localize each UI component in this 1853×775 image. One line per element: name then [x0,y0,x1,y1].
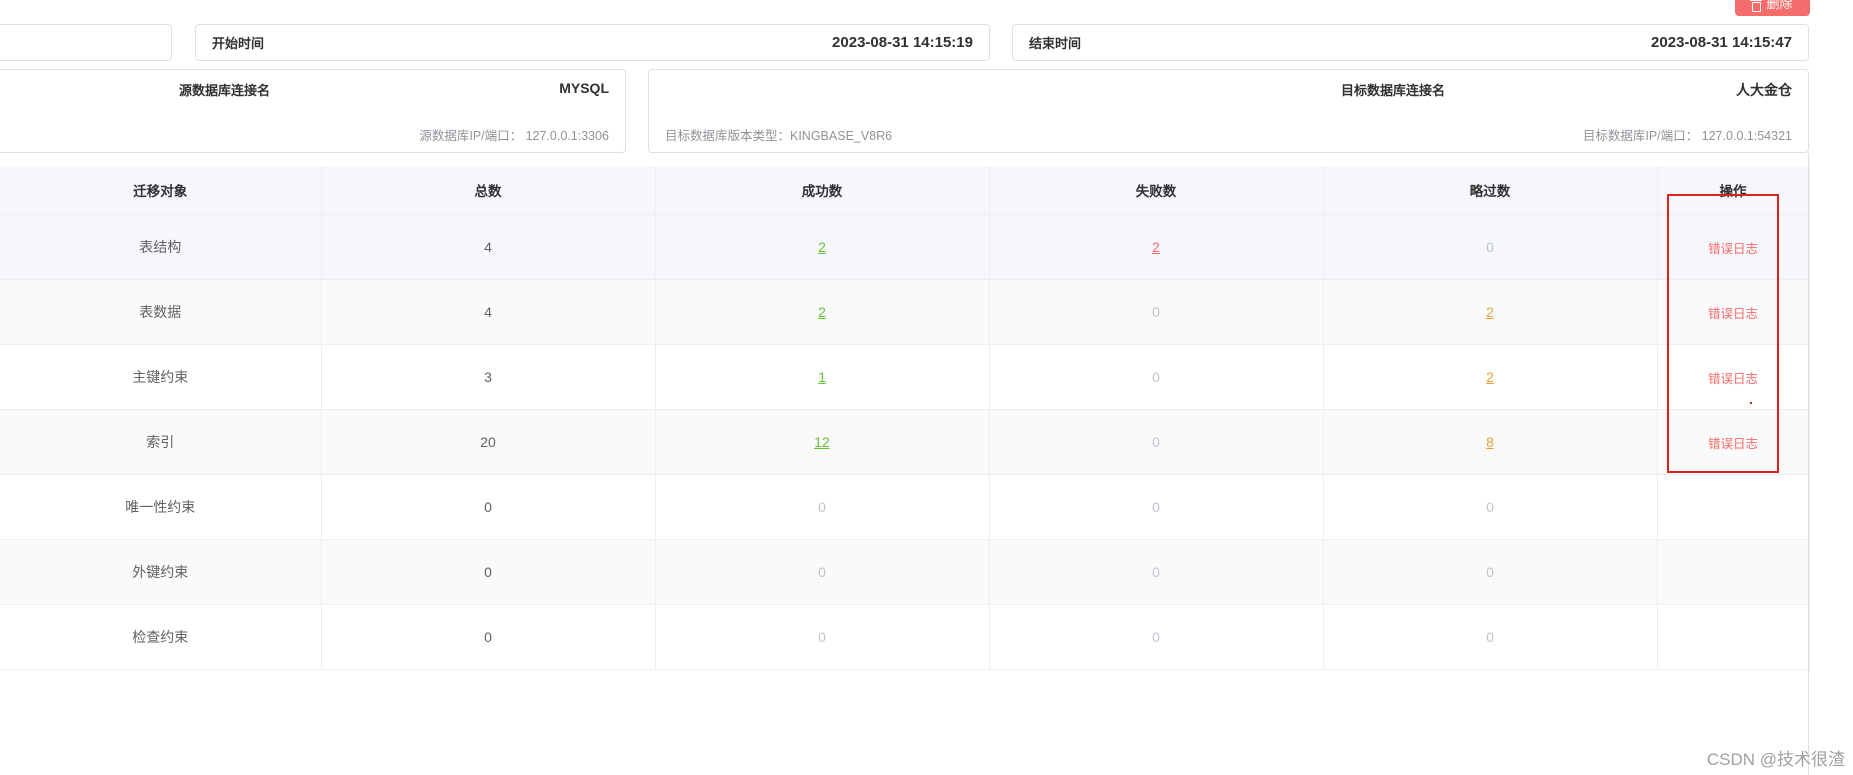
cell-failed: 0 [989,279,1324,345]
cell-failed: 2 [989,214,1324,280]
table-row: 检查约束 0 0 0 0 [0,604,1810,670]
cell-object: 主键约束 [0,344,322,410]
target-connection-label: 目标数据库连接名 [1341,83,1446,98]
cell-failed: 0 [989,474,1324,540]
table-row: 表结构 4 2 2 0 错误日志 [0,214,1810,280]
header-success: 成功数 [655,166,990,215]
cell-success: 0 [655,539,990,605]
failed-count: 0 [1152,434,1160,450]
left-partial-card [0,24,172,61]
cell-total: 0 [321,474,656,540]
failed-count: 0 [1152,304,1160,320]
end-time-label: 结束时间 [1029,36,1082,51]
cell-object: 表数据 [0,279,322,345]
cell-skipped: 0 [1323,474,1658,540]
failed-count: 0 [1152,369,1160,385]
cell-failed: 0 [989,344,1324,410]
cell-total: 20 [321,409,656,475]
cell-failed: 0 [989,409,1324,475]
cell-skipped: 2 [1323,344,1658,410]
header-skipped: 略过数 [1323,166,1658,215]
table-row: 索引 20 12 0 8 错误日志 [0,409,1810,475]
delete-button[interactable]: 删除 [1735,0,1810,16]
annotation-dot [1750,402,1752,404]
failed-count: 0 [1152,564,1160,580]
success-count: 0 [818,564,826,580]
cell-success: 12 [655,409,990,475]
cell-skipped: 0 [1323,539,1658,605]
watermark: CSDN @技术很渣 [1706,750,1845,769]
cell-skipped: 2 [1323,279,1658,345]
cell-object: 索引 [0,409,322,475]
start-time-label: 开始时间 [212,36,265,51]
cell-total: 4 [321,279,656,345]
target-db-type: 人大金仓 [1736,82,1792,98]
success-count-link[interactable]: 12 [814,434,830,450]
table-row: 表数据 4 2 0 2 错误日志 [0,279,1810,345]
cell-success: 2 [655,279,990,345]
source-db-type: MYSQL [559,80,609,96]
cell-skipped: 0 [1323,214,1658,280]
skipped-count-link[interactable]: 2 [1486,369,1494,385]
skipped-count-link[interactable]: 8 [1486,434,1494,450]
success-count: 0 [818,499,826,515]
cell-failed: 0 [989,604,1324,670]
header-object: 迁移对象 [0,166,322,215]
cell-action [1657,474,1810,540]
trash-icon [1750,0,1763,12]
start-time-card: 开始时间 2023-08-31 14:15:19 [195,24,990,61]
cell-object: 检查约束 [0,604,322,670]
cell-total: 0 [321,604,656,670]
cell-object: 唯一性约束 [0,474,322,540]
source-connection-label: 源数据库连接名 [179,83,271,98]
source-ip-text: 源数据库IP/端口： 127.0.0.1:3306 [419,129,609,143]
end-time-value: 2023-08-31 14:15:47 [1651,34,1792,51]
cell-total: 0 [321,539,656,605]
cell-failed: 0 [989,539,1324,605]
cell-total: 3 [321,344,656,410]
skipped-count: 0 [1486,499,1494,515]
annotation-highlight-box [1667,194,1779,473]
header-failed: 失败数 [989,166,1324,215]
skipped-count-link[interactable]: 2 [1486,304,1494,320]
failed-count: 0 [1152,499,1160,515]
migration-result-table: 迁移对象 总数 成功数 失败数 略过数 操作 表结构 4 2 2 0 错误日志 … [0,166,1810,670]
skipped-count: 0 [1486,629,1494,645]
cell-action [1657,604,1810,670]
end-time-card: 结束时间 2023-08-31 14:15:47 [1012,24,1809,61]
success-count: 0 [818,629,826,645]
cell-success: 0 [655,604,990,670]
source-db-card: 源数据库连接名 MYSQL 源数据库IP/端口： 127.0.0.1:3306 [0,69,626,153]
cell-success: 1 [655,344,990,410]
cell-success: 2 [655,214,990,280]
success-count-link[interactable]: 2 [818,239,826,255]
content-right-border [1808,153,1809,775]
cell-success: 0 [655,474,990,540]
cell-skipped: 8 [1323,409,1658,475]
cell-skipped: 0 [1323,604,1658,670]
target-ip-text: 目标数据库IP/端口： 127.0.0.1:54321 [1582,129,1792,143]
table-row: 主键约束 3 1 0 2 错误日志 [0,344,1810,410]
cell-object: 外键约束 [0,539,322,605]
target-version-text: 目标数据库版本类型：KINGBASE_V8R6 [665,129,893,143]
cell-action [1657,539,1810,605]
failed-count: 0 [1152,629,1160,645]
start-time-value: 2023-08-31 14:15:19 [832,34,973,51]
success-count-link[interactable]: 1 [818,369,826,385]
delete-label: 删除 [1766,0,1793,11]
skipped-count: 0 [1486,564,1494,580]
table-header-row: 迁移对象 总数 成功数 失败数 略过数 操作 [0,166,1810,215]
skipped-count: 0 [1486,239,1494,255]
target-db-card: 目标数据库连接名 人大金仓 目标数据库版本类型：KINGBASE_V8R6 目标… [648,69,1809,153]
table-row: 唯一性约束 0 0 0 0 [0,474,1810,540]
header-total: 总数 [321,166,656,215]
cell-total: 4 [321,214,656,280]
failed-count-link[interactable]: 2 [1152,239,1160,255]
cell-object: 表结构 [0,214,322,280]
success-count-link[interactable]: 2 [818,304,826,320]
table-row: 外键约束 0 0 0 0 [0,539,1810,605]
